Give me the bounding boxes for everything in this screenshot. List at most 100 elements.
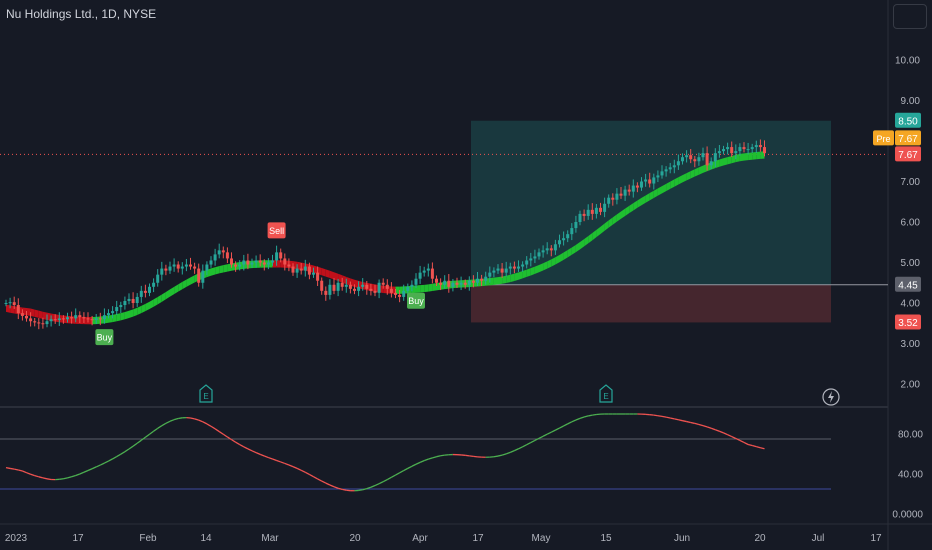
candle-body bbox=[738, 147, 742, 152]
oscillator-line-segment bbox=[194, 418, 199, 421]
oscillator-line-segment bbox=[719, 430, 724, 434]
trend-band-segment bbox=[325, 269, 330, 279]
oscillator-line-segment bbox=[505, 451, 511, 455]
trend-band-segment bbox=[10, 305, 15, 314]
trend-band-segment bbox=[124, 310, 129, 320]
trend-band-segment bbox=[30, 308, 35, 317]
oscillator-line-segment bbox=[309, 473, 314, 478]
trend-band-segment bbox=[215, 266, 220, 275]
candle-body bbox=[381, 282, 385, 285]
trend-band-segment bbox=[149, 299, 154, 309]
candle-body bbox=[316, 272, 320, 281]
price-chart[interactable]: BuySellBuyEE10.009.008.007.006.005.004.0… bbox=[0, 0, 932, 550]
trend-band-segment bbox=[506, 274, 511, 283]
time-axis-tick: 14 bbox=[200, 533, 212, 544]
candle-body bbox=[717, 151, 721, 154]
candle-body bbox=[53, 319, 57, 321]
trend-band-segment bbox=[498, 276, 503, 285]
candle-body bbox=[599, 207, 602, 212]
price-axis-label: 3.52 bbox=[895, 314, 921, 330]
candle-body bbox=[619, 193, 623, 196]
trend-band-segment bbox=[346, 276, 351, 286]
oscillator-line-segment bbox=[436, 455, 441, 458]
candle-body bbox=[492, 270, 496, 273]
oscillator-line-segment bbox=[403, 467, 409, 472]
oscillator-line-segment bbox=[670, 417, 675, 420]
oscillator-line-segment bbox=[239, 443, 245, 448]
candle-body bbox=[320, 280, 324, 291]
candle-body bbox=[361, 284, 365, 287]
candle-body bbox=[517, 266, 520, 269]
oscillator-line-segment bbox=[465, 454, 470, 457]
candle-body bbox=[94, 318, 98, 321]
candle-body bbox=[430, 268, 434, 279]
oscillator-line-segment bbox=[153, 427, 159, 432]
candle-body bbox=[549, 248, 553, 251]
oscillator-line-segment bbox=[563, 423, 568, 427]
candle-body bbox=[389, 288, 393, 293]
candle-body bbox=[439, 282, 443, 285]
oscillator-line-segment bbox=[268, 456, 273, 460]
candle-body bbox=[394, 292, 397, 295]
oscillator-line-segment bbox=[251, 450, 257, 454]
candle-body bbox=[16, 305, 20, 314]
svg-text:Sell: Sell bbox=[269, 226, 284, 236]
candle-body bbox=[357, 286, 361, 291]
trend-band-segment bbox=[190, 275, 195, 285]
candle-body bbox=[189, 264, 192, 267]
price-axis-tick: 6.00 bbox=[901, 218, 921, 229]
oscillator-line-segment bbox=[173, 417, 179, 421]
oscillator-line-segment bbox=[165, 420, 171, 424]
candle-body bbox=[328, 284, 332, 295]
oscillator-line-segment bbox=[419, 460, 425, 463]
time-axis-tick: 15 bbox=[600, 533, 612, 544]
candle-body bbox=[234, 264, 238, 267]
candle-body bbox=[172, 264, 176, 267]
oscillator-line-segment bbox=[653, 414, 658, 417]
oscillator-line-segment bbox=[243, 446, 249, 450]
candle-body bbox=[8, 302, 12, 304]
oscillator-line-segment bbox=[112, 456, 118, 460]
oscillator-line-segment bbox=[178, 417, 183, 420]
oscillator-line-segment bbox=[411, 463, 417, 467]
oscillator-line-segment bbox=[747, 443, 753, 447]
price-axis-label: 7.67 bbox=[895, 146, 921, 162]
candle-body bbox=[127, 298, 131, 301]
candle-body bbox=[291, 266, 295, 273]
time-axis-tick: Mar bbox=[261, 533, 279, 544]
candle-body bbox=[66, 317, 69, 320]
oscillator-line-segment bbox=[321, 480, 327, 484]
trend-band-segment bbox=[170, 286, 175, 297]
candle-body bbox=[41, 323, 45, 325]
candle-body bbox=[33, 321, 37, 323]
candle-body bbox=[230, 258, 233, 265]
candle-body bbox=[623, 189, 627, 196]
candle-body bbox=[627, 189, 631, 192]
oscillator-line-segment bbox=[149, 430, 154, 435]
candle-body bbox=[545, 248, 549, 251]
candle-body bbox=[365, 284, 369, 289]
svg-text:E: E bbox=[603, 392, 608, 401]
trend-band-segment bbox=[112, 314, 117, 323]
candle-body bbox=[254, 260, 258, 263]
candle-body bbox=[78, 315, 82, 318]
oscillator-line-segment bbox=[284, 462, 290, 466]
svg-text:E: E bbox=[203, 392, 208, 401]
trend-band-segment bbox=[211, 267, 216, 276]
trend-band-segment bbox=[55, 314, 60, 323]
trend-band-segment bbox=[416, 285, 421, 293]
candle-body bbox=[578, 213, 582, 222]
time-axis-tick: Apr bbox=[412, 533, 428, 544]
candle-body bbox=[131, 298, 135, 303]
candle-body bbox=[566, 234, 570, 239]
oscillator-line-segment bbox=[202, 421, 208, 425]
oscillator-line-segment bbox=[91, 466, 97, 470]
oscillator-line-segment bbox=[120, 451, 126, 455]
candle-body bbox=[225, 252, 229, 259]
trend-band-segment bbox=[727, 155, 732, 165]
trend-band-segment bbox=[493, 277, 498, 285]
trend-band-segment bbox=[744, 152, 749, 161]
candle-body bbox=[435, 278, 438, 283]
time-axis-tick: 17 bbox=[472, 533, 484, 544]
trend-band-segment bbox=[723, 157, 728, 166]
